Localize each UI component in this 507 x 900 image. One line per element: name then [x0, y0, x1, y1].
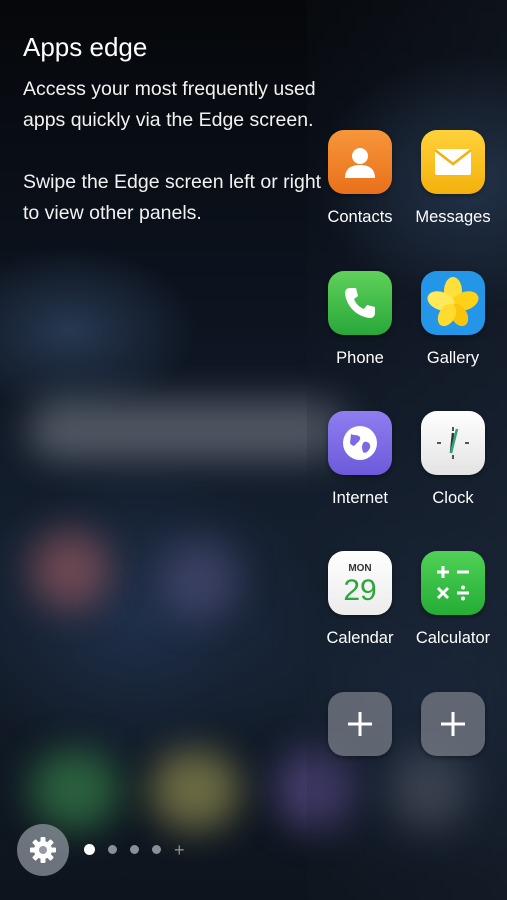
app-calculator[interactable]: Calculator	[403, 551, 503, 648]
app-label: Internet	[332, 489, 388, 507]
app-label: Calendar	[326, 629, 394, 647]
edge-settings-button[interactable]	[17, 824, 69, 876]
page-dot[interactable]	[152, 845, 161, 854]
messages-icon	[421, 130, 485, 194]
description-paragraph: Swipe the Edge screen left or right to v…	[23, 171, 322, 224]
blurred-app-icon	[150, 750, 240, 830]
app-phone[interactable]: Phone	[310, 271, 410, 368]
calendar-icon: MON 29	[328, 551, 392, 615]
phone-icon	[328, 271, 392, 335]
blurred-app-icon	[160, 540, 240, 620]
gear-icon	[30, 837, 56, 863]
add-app-button[interactable]	[403, 692, 503, 756]
page-dot[interactable]	[108, 845, 117, 854]
add-panel-indicator[interactable]: +	[174, 840, 185, 860]
app-label: Contacts	[327, 208, 393, 226]
app-clock[interactable]: Clock	[403, 411, 503, 508]
internet-icon	[328, 411, 392, 475]
app-label: Messages	[415, 208, 491, 226]
app-messages[interactable]: Messages	[403, 130, 503, 227]
contacts-icon	[328, 130, 392, 194]
calendar-day: 29	[343, 574, 377, 607]
app-gallery[interactable]: Gallery	[403, 271, 503, 368]
blurred-search-bar	[28, 400, 348, 460]
plus-icon	[421, 692, 485, 756]
app-calendar[interactable]: MON 29 Calendar	[310, 551, 410, 648]
clock-icon	[421, 411, 485, 475]
add-app-button[interactable]	[310, 692, 410, 756]
app-label: Clock	[432, 489, 474, 507]
blurred-app-icon	[30, 530, 110, 610]
app-internet[interactable]: Internet	[310, 411, 410, 508]
app-contacts[interactable]: Contacts	[310, 130, 410, 227]
blurred-app-icon	[30, 750, 120, 830]
calculator-icon	[421, 551, 485, 615]
app-label: Gallery	[426, 349, 480, 367]
app-label: Phone	[336, 349, 384, 367]
app-label: Calculator	[415, 629, 491, 647]
panel-description: Access your most frequently used apps qu…	[23, 74, 323, 229]
panel-title: Apps edge	[23, 32, 148, 62]
gallery-icon	[421, 271, 485, 335]
plus-icon	[328, 692, 392, 756]
description-paragraph: Access your most frequently used apps qu…	[23, 78, 316, 131]
page-dot-active[interactable]	[84, 844, 95, 855]
page-dot[interactable]	[130, 845, 139, 854]
